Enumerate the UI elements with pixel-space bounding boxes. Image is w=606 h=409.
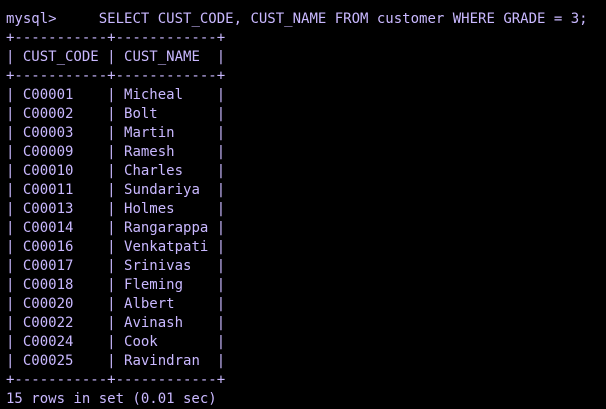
cell-cust-name: Sundariya (124, 182, 200, 198)
table-top-border: +-----------+------------+ (6, 30, 226, 46)
cell-cust-name: Venkatpati (124, 239, 209, 255)
cell-cust-code: C00003 (22, 125, 74, 141)
cell-cust-code: C00016 (22, 239, 74, 255)
cell-cust-code: C00025 (22, 353, 74, 369)
cell-cust-name: Holmes (124, 201, 175, 217)
cell-cust-name: Cook (124, 334, 158, 350)
cell-cust-name: Martin (124, 125, 175, 141)
cell-cust-code: C00010 (22, 163, 74, 179)
sql-command: SELECT CUST_CODE, CUST_NAME FROM custome… (98, 11, 588, 27)
cell-cust-code: C00020 (22, 296, 74, 312)
cell-cust-code: C00013 (22, 201, 74, 217)
cell-cust-code: C00009 (22, 144, 74, 160)
cell-cust-name: Ramesh (124, 144, 175, 160)
table-row: | C00001 | Micheal | (6, 87, 226, 103)
cell-cust-name: Bolt (124, 106, 158, 122)
table-row: | C00009 | Ramesh | (6, 144, 226, 160)
table-row: | C00025 | Ravindran | (6, 353, 226, 369)
cell-cust-name: Charles (124, 163, 184, 179)
cell-cust-name: Avinash (124, 315, 184, 331)
table-header-border: +-----------+------------+ (6, 68, 226, 84)
table-row: | C00020 | Albert | (6, 296, 226, 312)
cell-cust-name: Ravindran (124, 353, 200, 369)
table-row: | C00013 | Holmes | (6, 201, 226, 217)
terminal-window[interactable]: mysql> SELECT CUST_CODE, CUST_NAME FROM … (0, 0, 606, 407)
table-row: | C00016 | Venkatpati | (6, 239, 226, 255)
table-header-row: | CUST_CODE | CUST_NAME | (6, 49, 226, 65)
cell-cust-code: C00022 (22, 315, 74, 331)
cell-cust-name: Rangarappa (124, 220, 209, 236)
mysql-prompt: mysql> (6, 11, 57, 27)
cell-cust-name: Albert (124, 296, 175, 312)
table-bottom-border: +-----------+------------+ (6, 372, 226, 388)
command-line: mysql> SELECT CUST_CODE, CUST_NAME FROM … (6, 10, 606, 29)
table-row: | C00024 | Cook | (6, 334, 226, 350)
table-row: | C00014 | Rangarappa | (6, 220, 226, 236)
table-row: | C00010 | Charles | (6, 163, 226, 179)
table-row: | C00003 | Martin | (6, 125, 226, 141)
cell-cust-code: C00024 (22, 334, 74, 350)
result-rows: | C00001 | Micheal | | C00002 | Bolt | | C… (6, 86, 606, 371)
cell-cust-code: C00001 (22, 87, 74, 103)
cell-cust-name: Srinivas (124, 258, 192, 274)
cell-cust-name: Micheal (124, 87, 184, 103)
cell-cust-name: Fleming (124, 277, 184, 293)
column-header-cust-code: CUST_CODE (22, 49, 99, 65)
table-row: | C00018 | Fleming | (6, 277, 226, 293)
result-summary: 15 rows in set (0.01 sec) (6, 391, 217, 407)
table-row: | C00002 | Bolt | (6, 106, 226, 122)
table-row: | C00022 | Avinash | (6, 315, 226, 331)
cell-cust-code: C00002 (22, 106, 74, 122)
cell-cust-code: C00018 (22, 277, 74, 293)
column-header-cust-name: CUST_NAME (124, 49, 200, 65)
table-row: | C00011 | Sundariya | (6, 182, 226, 198)
cell-cust-code: C00017 (22, 258, 74, 274)
cell-cust-code: C00011 (22, 182, 74, 198)
cell-cust-code: C00014 (22, 220, 74, 236)
table-row: | C00017 | Srinivas | (6, 258, 226, 274)
